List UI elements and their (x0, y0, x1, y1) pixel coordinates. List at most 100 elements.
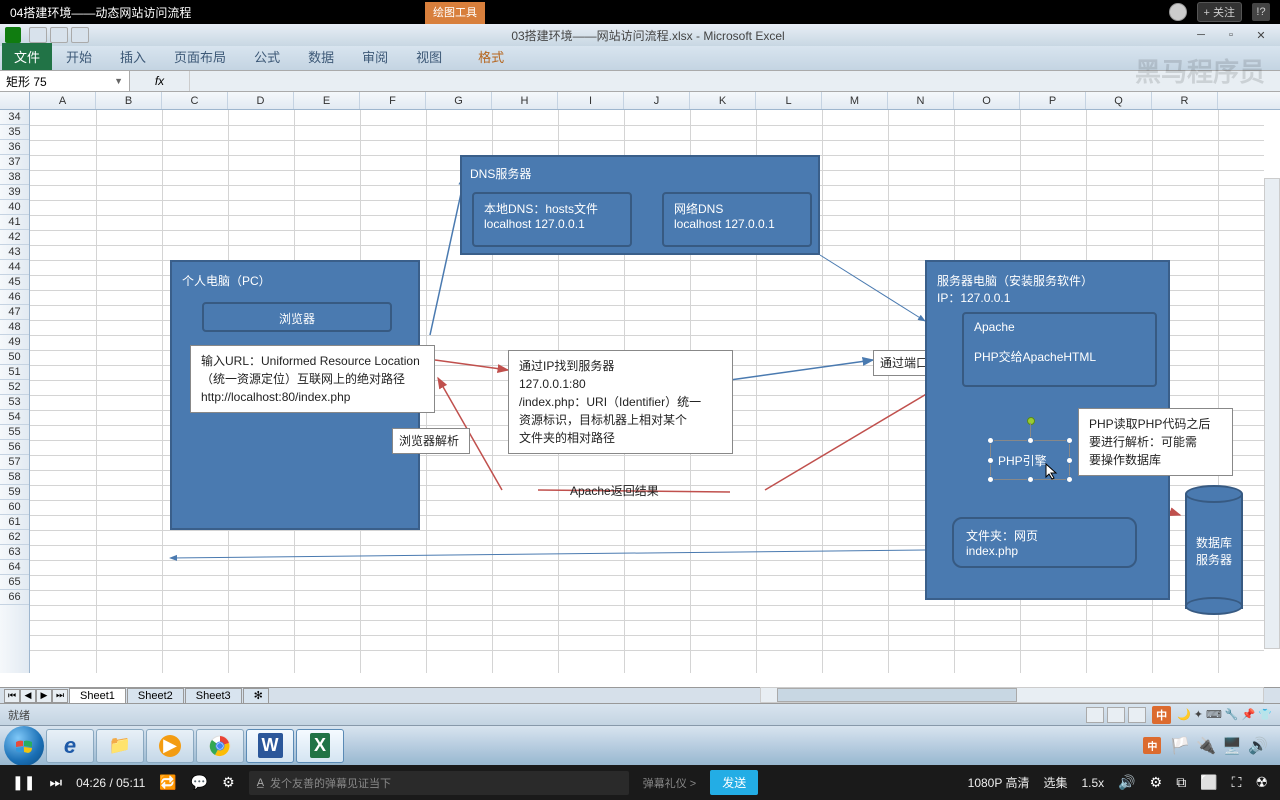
wide-icon[interactable]: ⬜ (1200, 774, 1217, 791)
qat-redo-icon[interactable] (71, 27, 89, 43)
horizontal-scrollbar[interactable] (760, 687, 1264, 703)
episode-selector[interactable]: 选集 (1043, 774, 1067, 791)
row-header[interactable]: 55 (0, 425, 29, 440)
cells-area[interactable]: DNS服务器 本地DNS：hosts文件localhost 127.0.0.1 … (30, 110, 1264, 673)
sheet-nav-next-icon[interactable]: ▶ (36, 689, 52, 703)
taskbar-chrome-icon[interactable] (196, 729, 244, 763)
row-header[interactable]: 36 (0, 140, 29, 155)
col-header[interactable]: O (954, 92, 1020, 109)
col-header[interactable]: F (360, 92, 426, 109)
select-all-corner[interactable] (0, 92, 30, 109)
row-header[interactable]: 40 (0, 200, 29, 215)
danmu-settings-icon[interactable]: ⚙ (222, 774, 235, 791)
row-header[interactable]: 47 (0, 305, 29, 320)
row-header[interactable]: 51 (0, 365, 29, 380)
new-sheet-icon[interactable]: ✻ (243, 688, 269, 703)
tab-home[interactable]: 开始 (52, 43, 106, 70)
tab-formula[interactable]: 公式 (240, 43, 294, 70)
row-header[interactable]: 63 (0, 545, 29, 560)
sheet-nav-prev-icon[interactable]: ◀ (20, 689, 36, 703)
row-header[interactable]: 44 (0, 260, 29, 275)
tab-layout[interactable]: 页面布局 (160, 43, 240, 70)
tab-insert[interactable]: 插入 (106, 43, 160, 70)
row-header[interactable]: 50 (0, 350, 29, 365)
row-header[interactable]: 65 (0, 575, 29, 590)
col-header[interactable]: B (96, 92, 162, 109)
col-header[interactable]: R (1152, 92, 1218, 109)
row-header[interactable]: 58 (0, 470, 29, 485)
view-layout-icon[interactable] (1107, 707, 1125, 723)
taskbar-explorer-icon[interactable]: 📁 (96, 729, 144, 763)
loop-icon[interactable]: 🔁 (159, 774, 176, 791)
view-normal-icon[interactable] (1086, 707, 1104, 723)
row-header[interactable]: 61 (0, 515, 29, 530)
row-header[interactable]: 45 (0, 275, 29, 290)
row-header[interactable]: 60 (0, 500, 29, 515)
tray-ime-icon[interactable]: 中 (1143, 737, 1161, 754)
fullscreen-icon[interactable]: ⛶ (1232, 774, 1242, 791)
sheet-nav-last-icon[interactable]: ⏭ (52, 689, 68, 703)
row-header[interactable]: 34 (0, 110, 29, 125)
col-header[interactable]: M (822, 92, 888, 109)
tool-icon[interactable]: 🔧 (1225, 708, 1239, 721)
taskbar-excel-icon[interactable]: X (296, 729, 344, 763)
danmu-etiquette-link[interactable]: 弹幕礼仪 > (643, 775, 696, 791)
ime-indicator[interactable]: 中 (1152, 706, 1171, 724)
tray-battery-icon[interactable]: 🖥️ (1222, 736, 1242, 756)
report-icon[interactable]: !? (1252, 3, 1270, 21)
row-header[interactable]: 37 (0, 155, 29, 170)
pip-icon[interactable]: ⧉ (1176, 774, 1186, 791)
start-button[interactable] (4, 726, 44, 766)
taskbar-media-icon[interactable]: ▶ (146, 729, 194, 763)
row-header[interactable]: 35 (0, 125, 29, 140)
send-danmu-button[interactable]: 发送 (710, 770, 758, 795)
row-header[interactable]: 39 (0, 185, 29, 200)
row-header[interactable]: 66 (0, 590, 29, 605)
qat-save-icon[interactable] (29, 27, 47, 43)
taskbar-ie-icon[interactable]: e (46, 729, 94, 763)
row-header[interactable]: 57 (0, 455, 29, 470)
speed-selector[interactable]: 1.5x (1082, 776, 1105, 790)
pause-button[interactable]: ❚❚ (12, 774, 35, 791)
close-icon[interactable]: ✕ (1247, 27, 1275, 43)
danmu-toggle-icon[interactable]: 💬 (191, 774, 208, 791)
col-header[interactable]: C (162, 92, 228, 109)
dns-server-box[interactable]: DNS服务器 本地DNS：hosts文件localhost 127.0.0.1 … (460, 155, 820, 255)
col-header[interactable]: J (624, 92, 690, 109)
keyboard-icon[interactable]: ⌨ (1206, 708, 1222, 721)
pin-icon[interactable]: 📌 (1242, 708, 1256, 721)
fx-label[interactable]: fx (130, 71, 190, 91)
follow-button[interactable]: + 关注 (1197, 2, 1242, 22)
sheet-tab-3[interactable]: Sheet3 (185, 688, 242, 703)
row-header[interactable]: 46 (0, 290, 29, 305)
tab-format[interactable]: 格式 (464, 43, 518, 70)
sheet-tab-2[interactable]: Sheet2 (127, 688, 184, 703)
row-header[interactable]: 54 (0, 410, 29, 425)
col-header[interactable]: A (30, 92, 96, 109)
sparkle-icon[interactable]: ✦ (1194, 708, 1203, 721)
col-header[interactable]: L (756, 92, 822, 109)
tab-view[interactable]: 视图 (402, 43, 456, 70)
col-header[interactable]: G (426, 92, 492, 109)
more-icon[interactable]: ☢ (1255, 774, 1268, 791)
danmu-input[interactable]: A̲ 发个友善的弹幕见证当下 (249, 771, 629, 795)
row-header[interactable]: 38 (0, 170, 29, 185)
col-header[interactable]: N (888, 92, 954, 109)
spreadsheet-grid[interactable]: ABCDEFGHIJKLMNOPQR 343536373839404142434… (0, 92, 1280, 687)
sheet-nav-first-icon[interactable]: ⏮ (4, 689, 20, 703)
col-header[interactable]: H (492, 92, 558, 109)
shirt-icon[interactable]: 👕 (1258, 708, 1272, 721)
col-header[interactable]: Q (1086, 92, 1152, 109)
row-header[interactable]: 43 (0, 245, 29, 260)
tab-review[interactable]: 审阅 (348, 43, 402, 70)
row-header[interactable]: 56 (0, 440, 29, 455)
view-break-icon[interactable] (1128, 707, 1146, 723)
row-header[interactable]: 49 (0, 335, 29, 350)
col-header[interactable]: E (294, 92, 360, 109)
name-box[interactable]: 矩形 75▼ (0, 71, 130, 91)
col-header[interactable]: P (1020, 92, 1086, 109)
col-header[interactable]: D (228, 92, 294, 109)
settings-icon[interactable]: ⚙ (1150, 774, 1163, 791)
row-header[interactable]: 62 (0, 530, 29, 545)
next-button[interactable]: ⏭ (49, 774, 62, 791)
